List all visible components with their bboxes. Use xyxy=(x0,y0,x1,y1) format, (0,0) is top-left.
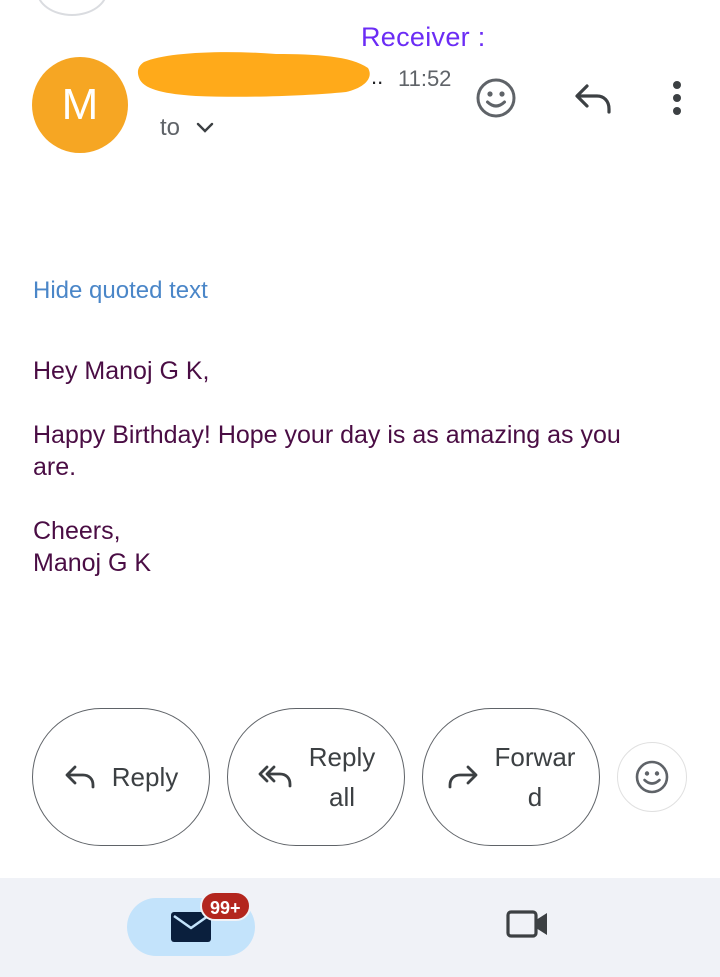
react-emoji-button[interactable] xyxy=(617,742,687,812)
signoff-text: Cheers, xyxy=(33,517,121,545)
more-vert-icon xyxy=(673,81,681,115)
body-line-1: Happy Birthday! Hope your day is as amaz… xyxy=(33,421,621,449)
sender-name-redaction xyxy=(137,52,370,97)
reply-all-icon xyxy=(258,765,292,788)
sender-avatar[interactable]: M xyxy=(32,57,128,153)
add-emoji-reaction-button[interactable] xyxy=(472,74,520,122)
reply-button[interactable]: Reply xyxy=(32,708,210,846)
more-options-button[interactable] xyxy=(660,76,694,120)
bottom-navigation: 99+ xyxy=(0,878,720,977)
header-reply-button[interactable] xyxy=(570,76,616,120)
message-time: 11:52 xyxy=(398,66,452,91)
recipient-details-toggle[interactable]: to xyxy=(160,114,214,142)
forward-button[interactable]: Forwar d xyxy=(422,708,600,846)
unread-count-badge: 99+ xyxy=(200,891,251,921)
forward-label: Forwar d xyxy=(494,742,576,812)
signature-text: Manoj G K xyxy=(33,549,152,577)
reply-label: Reply xyxy=(111,762,179,792)
to-label: to xyxy=(160,114,181,141)
previous-avatar-edge xyxy=(36,0,108,16)
receiver-annotation: Receiver : xyxy=(361,22,486,52)
smiley-icon xyxy=(476,78,516,118)
reply-icon xyxy=(575,84,611,114)
reply-all-label: Reply all xyxy=(308,742,376,812)
body-line-2: are. xyxy=(33,453,77,481)
email-view: Receiver : M .. 11:52 to Hide quoted tex… xyxy=(0,0,720,977)
hide-quoted-text-link[interactable]: Hide quoted text xyxy=(33,277,208,305)
sender-name-ellipsis: .. xyxy=(371,64,384,89)
chevron-down-icon xyxy=(196,122,214,133)
forward-icon xyxy=(448,765,477,789)
reply-all-button[interactable]: Reply all xyxy=(227,708,405,846)
greeting-text: Hey Manoj G K, xyxy=(33,357,210,385)
reply-icon xyxy=(65,765,95,789)
smiley-icon xyxy=(635,760,669,794)
video-icon[interactable] xyxy=(506,908,550,940)
